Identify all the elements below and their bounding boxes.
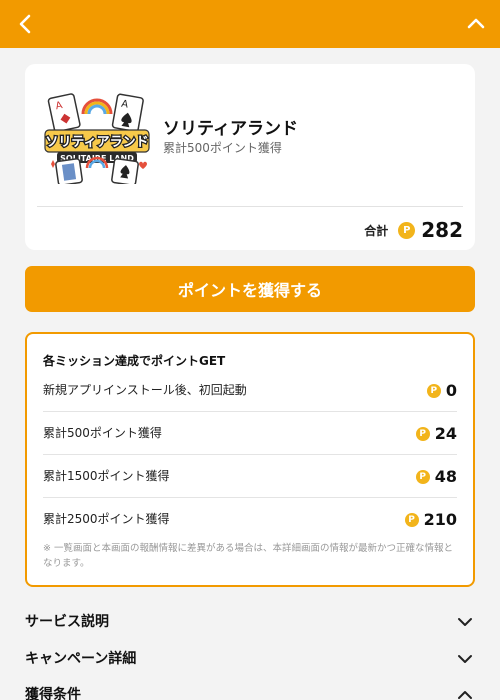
- chevron-up-icon[interactable]: [464, 12, 488, 36]
- point-coin-icon: P: [404, 512, 419, 527]
- mission-row: 新規アプリインストール後、初回起動 P 0: [43, 369, 457, 412]
- divider: [37, 206, 463, 207]
- section-acquisition-conditions[interactable]: 獲得条件: [25, 680, 475, 700]
- missions-panel: 各ミッション達成でポイントGET 新規アプリインストール後、初回起動 P 0 累…: [25, 332, 475, 587]
- chevron-down-icon[interactable]: [455, 612, 475, 632]
- section-label: キャンペーン詳細: [25, 651, 137, 667]
- total-value: 282: [421, 218, 463, 242]
- mission-row: 累計500ポイント獲得 P 24: [43, 412, 457, 455]
- mission-label: 累計500ポイント獲得: [43, 426, 162, 440]
- point-coin-icon: P: [415, 426, 430, 441]
- total-points: 合計 P 282: [364, 216, 463, 244]
- mission-label: 累計2500ポイント獲得: [43, 512, 170, 526]
- chevron-up-icon[interactable]: [455, 685, 475, 700]
- missions-title: 各ミッション達成でポイントGET: [43, 354, 226, 368]
- section-label: サービス説明: [25, 614, 109, 630]
- app-card: A A ソリティアランド SOLITAIRE LAND ソリティアランド 累計5…: [25, 64, 475, 250]
- mission-label: 新規アプリインストール後、初回起動: [43, 383, 247, 397]
- section-label: 獲得条件: [25, 687, 81, 700]
- mission-points: 210: [423, 510, 457, 529]
- point-coin-icon: P: [398, 221, 416, 239]
- total-label: 合計: [364, 223, 389, 238]
- chevron-left-icon[interactable]: [14, 12, 38, 36]
- app-logo: A A ソリティアランド SOLITAIRE LAND: [43, 92, 151, 186]
- app-name: ソリティアランド: [163, 119, 298, 139]
- mission-label: 累計1500ポイント獲得: [43, 469, 170, 483]
- svg-text:ソリティアランド: ソリティアランド: [45, 135, 148, 150]
- mission-points: 24: [434, 424, 457, 443]
- top-bar: [0, 0, 500, 48]
- point-coin-icon: P: [415, 469, 430, 484]
- mission-points: 48: [434, 467, 457, 486]
- mission-row: 累計2500ポイント獲得 P 210: [43, 498, 457, 541]
- section-campaign-details[interactable]: キャンペーン詳細: [25, 644, 475, 674]
- app-subtitle: 累計500ポイント獲得: [163, 141, 282, 155]
- point-coin-icon: P: [426, 383, 441, 398]
- get-points-button[interactable]: ポイントを獲得する: [25, 266, 475, 312]
- mission-row: 累計1500ポイント獲得 P 48: [43, 455, 457, 498]
- chevron-down-icon[interactable]: [455, 649, 475, 669]
- section-service-description[interactable]: サービス説明: [25, 607, 475, 637]
- mission-points: 0: [445, 381, 457, 400]
- missions-note: ※ 一覧画面と本画面の報酬情報に差異がある場合は、本詳細画面の情報が最新かつ正確…: [43, 543, 453, 569]
